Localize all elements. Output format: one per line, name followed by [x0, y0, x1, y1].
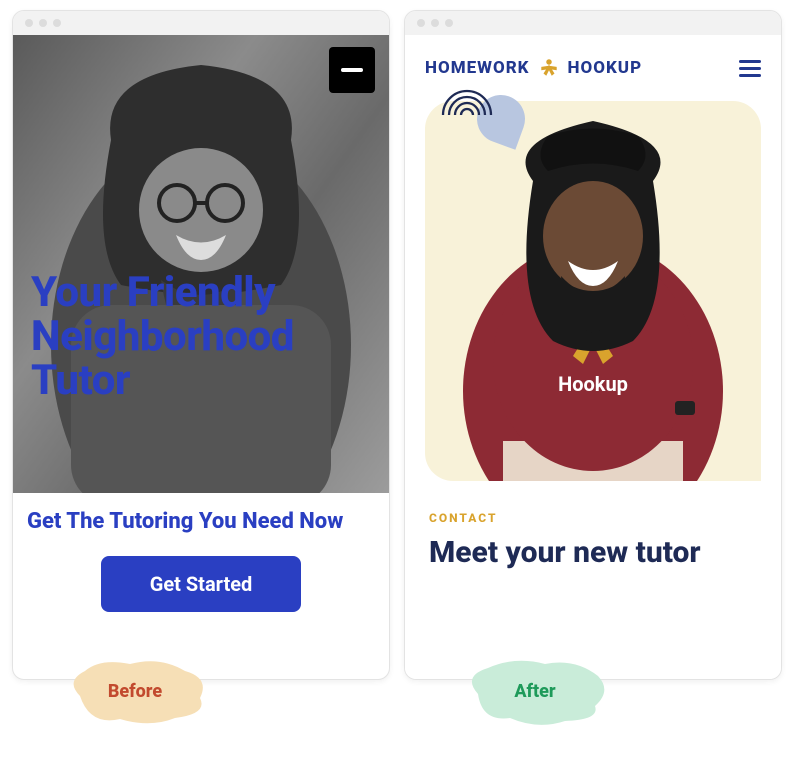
after-hero-title: Meet your new tutor [429, 535, 757, 570]
before-label-text: Before [108, 681, 162, 702]
after-browser-chrome [405, 11, 781, 35]
traffic-light-dot [25, 19, 33, 27]
person-illustration: Hookup [443, 101, 743, 481]
get-started-button[interactable]: Get Started [101, 556, 301, 612]
minus-icon [341, 68, 363, 72]
shirt-text: Hookup [558, 372, 628, 396]
brand-word-left: HOMEWORK [425, 58, 530, 78]
after-label-text: After [514, 681, 555, 702]
eyebrow-label: CONTACT [429, 511, 757, 525]
menu-toggle-button[interactable] [329, 47, 375, 93]
before-device: Your Friendly Neighborhood Tutor Get The… [12, 10, 390, 680]
after-device: HOMEWORK HOOKUP [404, 10, 782, 680]
traffic-light-dot [417, 19, 425, 27]
hamburger-menu-icon[interactable] [739, 60, 761, 77]
before-page: Your Friendly Neighborhood Tutor Get The… [13, 35, 389, 679]
traffic-light-dot [431, 19, 439, 27]
before-hero-title: Your Friendly Neighborhood Tutor [31, 271, 389, 403]
before-hero-image: Your Friendly Neighborhood Tutor [13, 35, 389, 493]
brand-mark-icon [538, 57, 560, 79]
before-browser-chrome [13, 11, 389, 35]
comparison-wrapper: Your Friendly Neighborhood Tutor Get The… [10, 10, 784, 680]
brand-logo[interactable]: HOMEWORK HOOKUP [425, 57, 642, 79]
get-started-label: Get Started [150, 572, 253, 596]
before-subheading: Get The Tutoring You Need Now [13, 493, 389, 534]
traffic-light-dot [53, 19, 61, 27]
after-page: HOMEWORK HOOKUP [405, 35, 781, 679]
brand-word-right: HOOKUP [568, 58, 643, 78]
traffic-light-dot [39, 19, 47, 27]
person-illustration [31, 35, 371, 493]
traffic-light-dot [445, 19, 453, 27]
after-label: After [460, 656, 610, 726]
after-hero: Hookup [425, 101, 761, 481]
before-label: Before [60, 656, 210, 726]
label-annotations: Before After [10, 666, 784, 726]
